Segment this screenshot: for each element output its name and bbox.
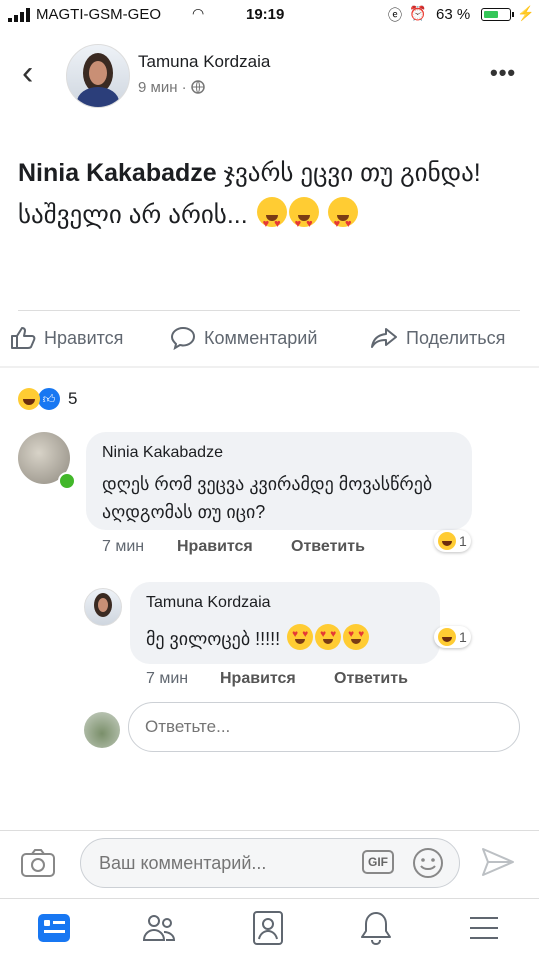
signal-icon bbox=[8, 8, 30, 22]
haha-reaction-icon bbox=[18, 388, 40, 410]
comment-icon bbox=[170, 326, 196, 350]
avatar-shirt bbox=[77, 87, 119, 107]
charging-icon: ⚡ bbox=[517, 5, 535, 21]
post-meta: 9 мин · bbox=[138, 79, 205, 96]
reply-like-button[interactable]: Нравится bbox=[220, 670, 296, 688]
reply-text-body: მე ვილოცებ !!!!! bbox=[146, 629, 286, 649]
battery-icon bbox=[481, 8, 511, 21]
comment-reaction-count: 1 bbox=[459, 533, 467, 549]
profile-icon bbox=[253, 911, 283, 945]
clock: 19:19 bbox=[246, 6, 285, 23]
battery-percent: 63 % bbox=[436, 6, 471, 23]
online-indicator bbox=[58, 472, 76, 490]
comment-button[interactable]: Комментарий bbox=[170, 326, 317, 350]
battery-fill bbox=[484, 11, 499, 18]
tab-menu[interactable] bbox=[464, 908, 504, 948]
haha-reaction-icon bbox=[438, 628, 456, 646]
post-time: 9 мин · bbox=[138, 79, 191, 96]
divider bbox=[0, 366, 539, 368]
reply-reply-button[interactable]: Ответить bbox=[334, 670, 408, 688]
tab-friends[interactable] bbox=[140, 908, 180, 948]
heart-eyes-emoji-icon bbox=[256, 197, 287, 245]
heart-eyes-emoji-icon bbox=[327, 197, 358, 245]
globe-icon bbox=[191, 80, 205, 94]
my-avatar bbox=[84, 712, 120, 748]
alarm-icon: ⏰ bbox=[409, 5, 427, 21]
author-name[interactable]: Tamuna Kordzaia bbox=[138, 52, 270, 72]
comment-bubble: Ninia Kakabadze დღეს რომ ვეცვა კვირამდე … bbox=[86, 432, 472, 530]
hamburger-menu-icon bbox=[470, 917, 498, 939]
reactions-summary[interactable]: 👍︎ 5 bbox=[18, 386, 77, 412]
thumbs-up-icon bbox=[11, 327, 36, 349]
send-icon[interactable] bbox=[480, 846, 516, 878]
reply-author[interactable]: Tamuna Kordzaia bbox=[146, 594, 271, 612]
camera-icon[interactable] bbox=[20, 846, 56, 880]
reply-input[interactable] bbox=[128, 702, 520, 752]
like-button[interactable]: Нравится bbox=[10, 326, 123, 350]
comment-reply-button[interactable]: Ответить bbox=[291, 538, 365, 556]
comment-reaction-badge[interactable]: 1 bbox=[434, 530, 471, 552]
heart-eyes-emoji-icon bbox=[315, 624, 342, 650]
like-label: Нравится bbox=[44, 327, 124, 348]
battery-tip bbox=[512, 12, 514, 17]
tab-notifications[interactable] bbox=[356, 908, 396, 948]
reply-bubble: Tamuna Kordzaia მე ვილოცებ !!!!! bbox=[130, 582, 440, 664]
gif-button[interactable]: GIF bbox=[362, 850, 394, 874]
bell-icon bbox=[361, 912, 391, 946]
share-icon bbox=[371, 328, 397, 348]
heart-eyes-emoji-icon bbox=[288, 197, 319, 245]
tab-profile[interactable] bbox=[248, 908, 288, 948]
news-feed-icon bbox=[38, 914, 70, 942]
emoji-icon[interactable] bbox=[411, 846, 445, 880]
heart-eyes-emoji-icon bbox=[287, 624, 314, 650]
reply-text: მე ვილოცებ !!!!! bbox=[146, 624, 370, 650]
reply-author-avatar[interactable] bbox=[84, 588, 122, 626]
post-text: Ninia Kakabadze ჯვარს ეცვი თუ გინდა! საშ… bbox=[18, 152, 528, 245]
reply-reaction-badge[interactable]: 1 bbox=[434, 626, 471, 648]
divider bbox=[0, 830, 539, 831]
reply-reaction-count: 1 bbox=[459, 629, 467, 645]
more-horizontal-icon[interactable]: ••• bbox=[490, 60, 516, 86]
reply-time: 7 мин bbox=[146, 670, 189, 687]
rotation-lock-icon: ⓔ bbox=[388, 7, 402, 23]
heart-eyes-emoji-icon bbox=[343, 624, 370, 650]
divider bbox=[0, 898, 539, 899]
share-label: Поделиться bbox=[406, 327, 506, 348]
carrier-name: MAGTI-GSM-GEO bbox=[36, 6, 161, 23]
reaction-count: 5 bbox=[68, 389, 78, 408]
comment-author[interactable]: Ninia Kakabadze bbox=[102, 444, 223, 462]
comment-input[interactable] bbox=[80, 838, 460, 888]
post-mention[interactable]: Ninia Kakabadze bbox=[18, 159, 217, 187]
share-button[interactable]: Поделиться bbox=[370, 326, 505, 350]
divider bbox=[18, 310, 520, 311]
wifi-icon: ◠ bbox=[192, 5, 205, 21]
comment-label: Комментарий bbox=[204, 327, 318, 348]
comment-time: 7 мин bbox=[102, 538, 145, 555]
author-avatar[interactable] bbox=[66, 44, 130, 108]
haha-reaction-icon bbox=[438, 532, 456, 550]
status-bar: MAGTI-GSM-GEO ◠ 19:19 ⓔ ⏰ 63 % ⚡ bbox=[0, 0, 539, 30]
tab-news-feed[interactable] bbox=[34, 908, 74, 948]
chevron-left-icon[interactable]: ‹ bbox=[22, 54, 33, 93]
friends-icon bbox=[142, 915, 176, 941]
comment-like-button[interactable]: Нравится bbox=[177, 538, 253, 556]
comment-text: დღეს რომ ვეცვა კვირამდე მოვასწრებ აღდგომ… bbox=[102, 474, 433, 522]
